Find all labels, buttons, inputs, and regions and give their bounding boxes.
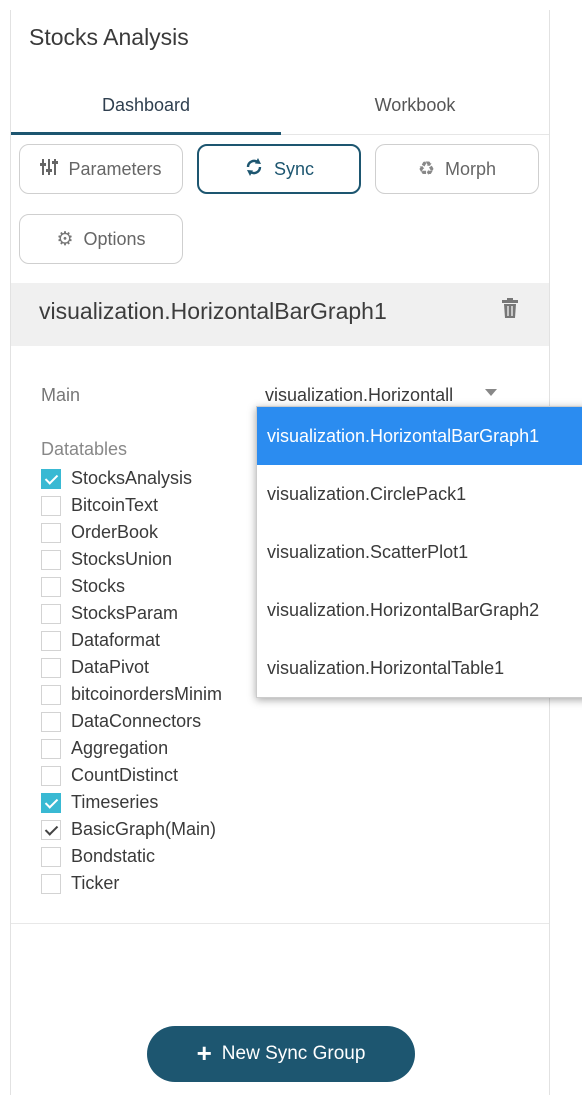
options-button[interactable]: ⚙ Options — [19, 214, 183, 264]
datatable-checkbox[interactable] — [41, 873, 61, 894]
datatable-item[interactable]: OrderBook — [41, 519, 291, 546]
sync-icon — [244, 157, 264, 181]
datatable-checkbox[interactable] — [41, 738, 61, 759]
datatable-label: DataPivot — [71, 657, 150, 677]
new-sync-group-label: New Sync Group — [221, 1043, 366, 1064]
datatable-label: Stocks — [71, 576, 126, 596]
datatable-label: StocksParam — [71, 603, 179, 623]
datatable-item[interactable]: BitcoinText — [41, 492, 291, 519]
chevron-down-icon — [485, 389, 497, 396]
morph-label: Morph — [445, 158, 497, 179]
datatable-label: Dataformat — [71, 630, 161, 650]
datatable-label: BasicGraph(Main) — [71, 819, 217, 839]
panel-title: Stocks Analysis — [29, 24, 189, 50]
divider — [11, 923, 549, 924]
datatable-item[interactable]: Bondstatic — [41, 843, 291, 870]
datatable-checkbox[interactable] — [41, 495, 61, 516]
datatable-checkbox[interactable] — [41, 603, 61, 624]
datatable-checkbox[interactable] — [41, 657, 61, 678]
datatable-checkbox[interactable] — [41, 684, 61, 705]
datatable-label: Ticker — [71, 873, 120, 893]
datatable-item[interactable]: CountDistinct — [41, 762, 291, 789]
datatable-label: OrderBook — [71, 522, 159, 542]
datatable-item[interactable]: DataPivot — [41, 654, 291, 681]
datatable-item[interactable]: Timeseries — [41, 789, 291, 816]
tab-dashboard[interactable]: Dashboard — [11, 82, 281, 135]
main-label: Main — [41, 385, 81, 405]
datatable-checkbox[interactable] — [41, 630, 61, 651]
datatable-checkbox[interactable] — [41, 576, 61, 597]
plus-icon: + — [196, 1037, 212, 1068]
trash-icon[interactable] — [501, 298, 519, 324]
datatables-label: Datatables — [41, 439, 128, 459]
datatable-checkbox[interactable] — [41, 765, 61, 786]
sync-button[interactable]: Sync — [197, 144, 361, 194]
datatable-label: CountDistinct — [71, 765, 179, 785]
datatable-item[interactable]: Stocks — [41, 573, 291, 600]
new-sync-group-button[interactable]: + New Sync Group — [147, 1026, 415, 1082]
datatable-item[interactable]: StocksUnion — [41, 546, 291, 573]
parameters-label: Parameters — [68, 158, 162, 179]
datatable-checkbox[interactable] — [41, 792, 61, 813]
dropdown-option[interactable]: visualization.HorizontalBarGraph2 — [257, 581, 582, 639]
datatable-label: StocksUnion — [71, 549, 173, 569]
tab-workbook[interactable]: Workbook — [281, 82, 549, 132]
visualization-header: visualization.HorizontalBarGraph1 — [11, 283, 549, 346]
datatable-item[interactable]: BasicGraph(Main) — [41, 816, 291, 843]
datatable-item[interactable]: Ticker — [41, 870, 291, 897]
datatable-checkbox[interactable] — [41, 522, 61, 543]
datatable-label: Timeseries — [71, 792, 159, 812]
datatable-checkbox[interactable] — [41, 846, 61, 867]
datatable-checkbox[interactable] — [41, 549, 61, 570]
datatable-label: BitcoinText — [71, 495, 159, 515]
datatable-checkbox[interactable] — [41, 468, 61, 489]
tab-bar: Dashboard Workbook — [11, 82, 549, 135]
datatable-item[interactable]: Aggregation — [41, 735, 291, 762]
dropdown-option[interactable]: visualization.HorizontalBarGraph1 — [257, 407, 582, 465]
datatable-checkbox[interactable] — [41, 711, 61, 732]
datatable-label: StocksAnalysis — [71, 468, 193, 488]
datatable-label: DataConnectors — [71, 711, 202, 731]
datatable-checkbox[interactable] — [41, 819, 61, 840]
datatable-item[interactable]: StocksAnalysis — [41, 465, 291, 492]
main-dropdown-menu: visualization.HorizontalBarGraph1 visuali… — [256, 406, 582, 698]
datatable-label: Aggregation — [71, 738, 169, 758]
datatable-item[interactable]: StocksParam — [41, 600, 291, 627]
dropdown-option[interactable]: visualization.ScatterPlot1 — [257, 523, 582, 581]
recycle-icon: ♻ — [417, 158, 435, 180]
morph-button[interactable]: ♻ Morph — [375, 144, 539, 194]
datatable-label: bitcoinordersMinim — [71, 684, 223, 704]
parameters-button[interactable]: Parameters — [19, 144, 183, 194]
visualization-name: visualization.HorizontalBarGraph1 — [39, 298, 387, 324]
dropdown-option[interactable]: visualization.CirclePack1 — [257, 465, 582, 523]
datatables-list: StocksAnalysis BitcoinText OrderBook Stocks… — [41, 465, 291, 897]
datatable-item[interactable]: Dataformat — [41, 627, 291, 654]
datatable-item[interactable]: bitcoinordersMinim — [41, 681, 291, 708]
options-label: Options — [83, 228, 146, 249]
datatable-label: Bondstatic — [71, 846, 156, 866]
gear-icon: ⚙ — [56, 228, 74, 250]
datatable-item[interactable]: DataConnectors — [41, 708, 291, 735]
dropdown-option[interactable]: visualization.HorizontalTable1 — [257, 639, 582, 697]
sliders-icon — [40, 158, 59, 180]
sync-label: Sync — [273, 158, 315, 179]
